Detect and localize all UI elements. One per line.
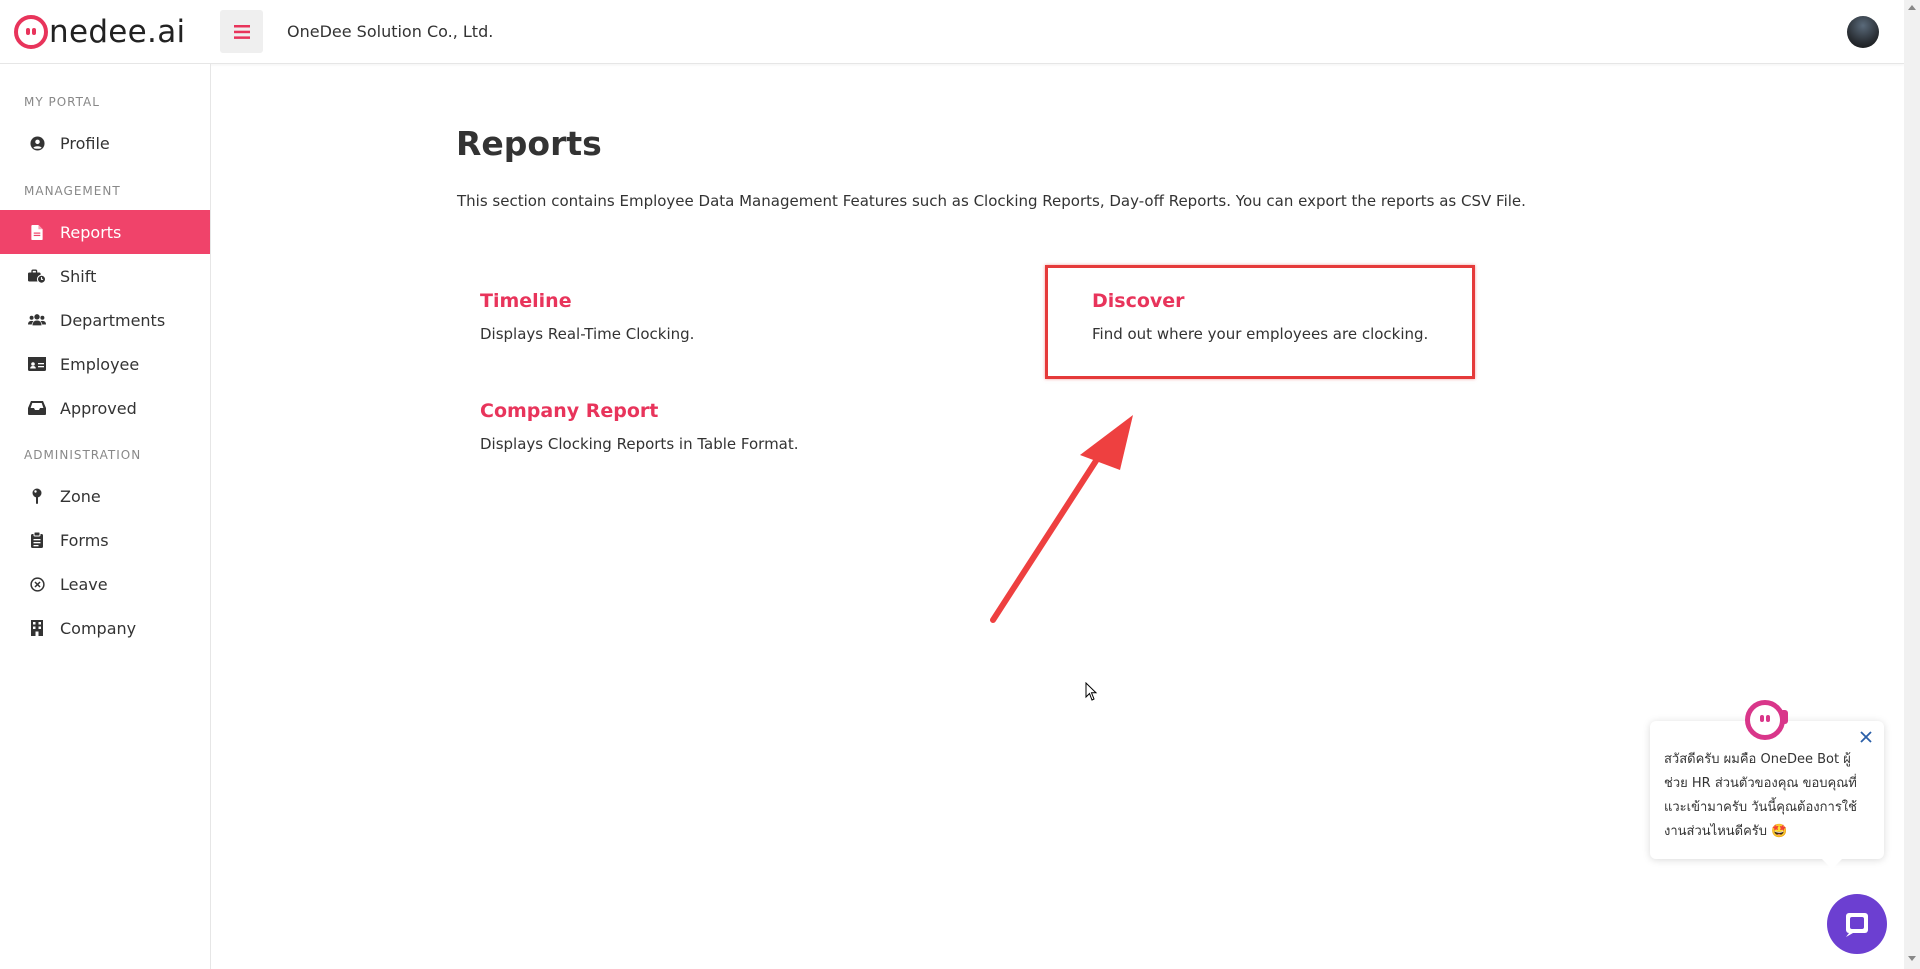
chat-icon <box>1846 913 1868 937</box>
map-pin-icon <box>28 488 46 504</box>
section-label-my-portal: MY PORTAL <box>24 95 100 109</box>
report-card-timeline[interactable]: Timeline Displays Real-Time Clocking. <box>480 290 694 343</box>
vertical-scrollbar[interactable] <box>1904 0 1920 969</box>
report-card-company-report[interactable]: Company Report Displays Clocking Reports… <box>480 400 799 453</box>
user-circle-icon <box>28 135 46 151</box>
sidebar: MY PORTAL Profile MANAGEMENT Reports Shi… <box>0 64 211 969</box>
sidebar-item-label: Company <box>60 618 137 638</box>
scroll-up-icon[interactable] <box>1908 5 1916 10</box>
sidebar-item-company[interactable]: Company <box>0 606 210 650</box>
logo-mark-icon <box>14 15 48 49</box>
mouse-cursor-icon <box>1085 682 1098 701</box>
sidebar-item-label: Approved <box>60 398 137 418</box>
id-card-icon <box>28 357 46 371</box>
sidebar-item-employee[interactable]: Employee <box>0 342 210 386</box>
sidebar-item-label: Reports <box>60 222 122 242</box>
chat-launcher-button[interactable] <box>1827 894 1887 954</box>
card-description: Displays Clocking Reports in Table Forma… <box>480 435 799 453</box>
section-label-management: MANAGEMENT <box>24 184 121 198</box>
briefcase-clock-icon <box>28 269 46 284</box>
logo-text: nedee.ai <box>49 14 186 50</box>
sidebar-item-label: Forms <box>60 530 109 550</box>
hamburger-icon <box>233 24 250 39</box>
users-icon <box>28 313 46 327</box>
sidebar-item-leave[interactable]: Leave <box>0 562 210 606</box>
scroll-down-icon[interactable] <box>1908 956 1916 961</box>
sidebar-item-shift[interactable]: Shift <box>0 254 210 298</box>
annotation-arrow <box>990 415 1133 623</box>
card-title[interactable]: Timeline <box>480 290 694 312</box>
sidebar-item-label: Leave <box>60 574 108 594</box>
chat-bubble: สวัสดีครับ ผมคือ OneDee Bot ผู้ช่วย HR ส… <box>1650 721 1884 869</box>
building-icon <box>28 620 46 636</box>
chat-message: สวัสดีครับ ผมคือ OneDee Bot ผู้ช่วย HR ส… <box>1664 752 1857 839</box>
card-title[interactable]: Company Report <box>480 400 799 422</box>
circle-x-icon <box>28 576 46 592</box>
sidebar-item-reports[interactable]: Reports <box>0 210 210 254</box>
close-icon[interactable] <box>1858 729 1874 745</box>
page-title: Reports <box>456 124 602 163</box>
file-icon <box>28 224 46 240</box>
page-description: This section contains Employee Data Mana… <box>457 192 1526 210</box>
sidebar-item-label: Shift <box>60 266 97 286</box>
sidebar-item-label: Departments <box>60 310 166 330</box>
menu-toggle-button[interactable] <box>220 10 263 53</box>
company-name: OneDee Solution Co., Ltd. <box>287 22 494 41</box>
inbox-icon <box>28 401 46 415</box>
sidebar-item-label: Zone <box>60 486 101 506</box>
bot-avatar-icon <box>1745 700 1785 740</box>
sidebar-item-zone[interactable]: Zone <box>0 474 210 518</box>
sidebar-item-label: Profile <box>60 133 110 153</box>
sidebar-item-approved[interactable]: Approved <box>0 386 210 430</box>
sidebar-item-profile[interactable]: Profile <box>0 121 210 165</box>
sidebar-item-label: Employee <box>60 354 140 374</box>
clipboard-icon <box>28 532 46 548</box>
section-label-administration: ADMINISTRATION <box>24 448 142 462</box>
top-bar: nedee.ai OneDee Solution Co., Ltd. <box>0 0 1904 64</box>
card-description: Displays Real-Time Clocking. <box>480 325 695 343</box>
highlight-box <box>1045 265 1475 379</box>
sidebar-item-departments[interactable]: Departments <box>0 298 210 342</box>
brand-logo[interactable]: nedee.ai <box>14 12 185 52</box>
sidebar-item-forms[interactable]: Forms <box>0 518 210 562</box>
user-avatar[interactable] <box>1847 16 1879 48</box>
